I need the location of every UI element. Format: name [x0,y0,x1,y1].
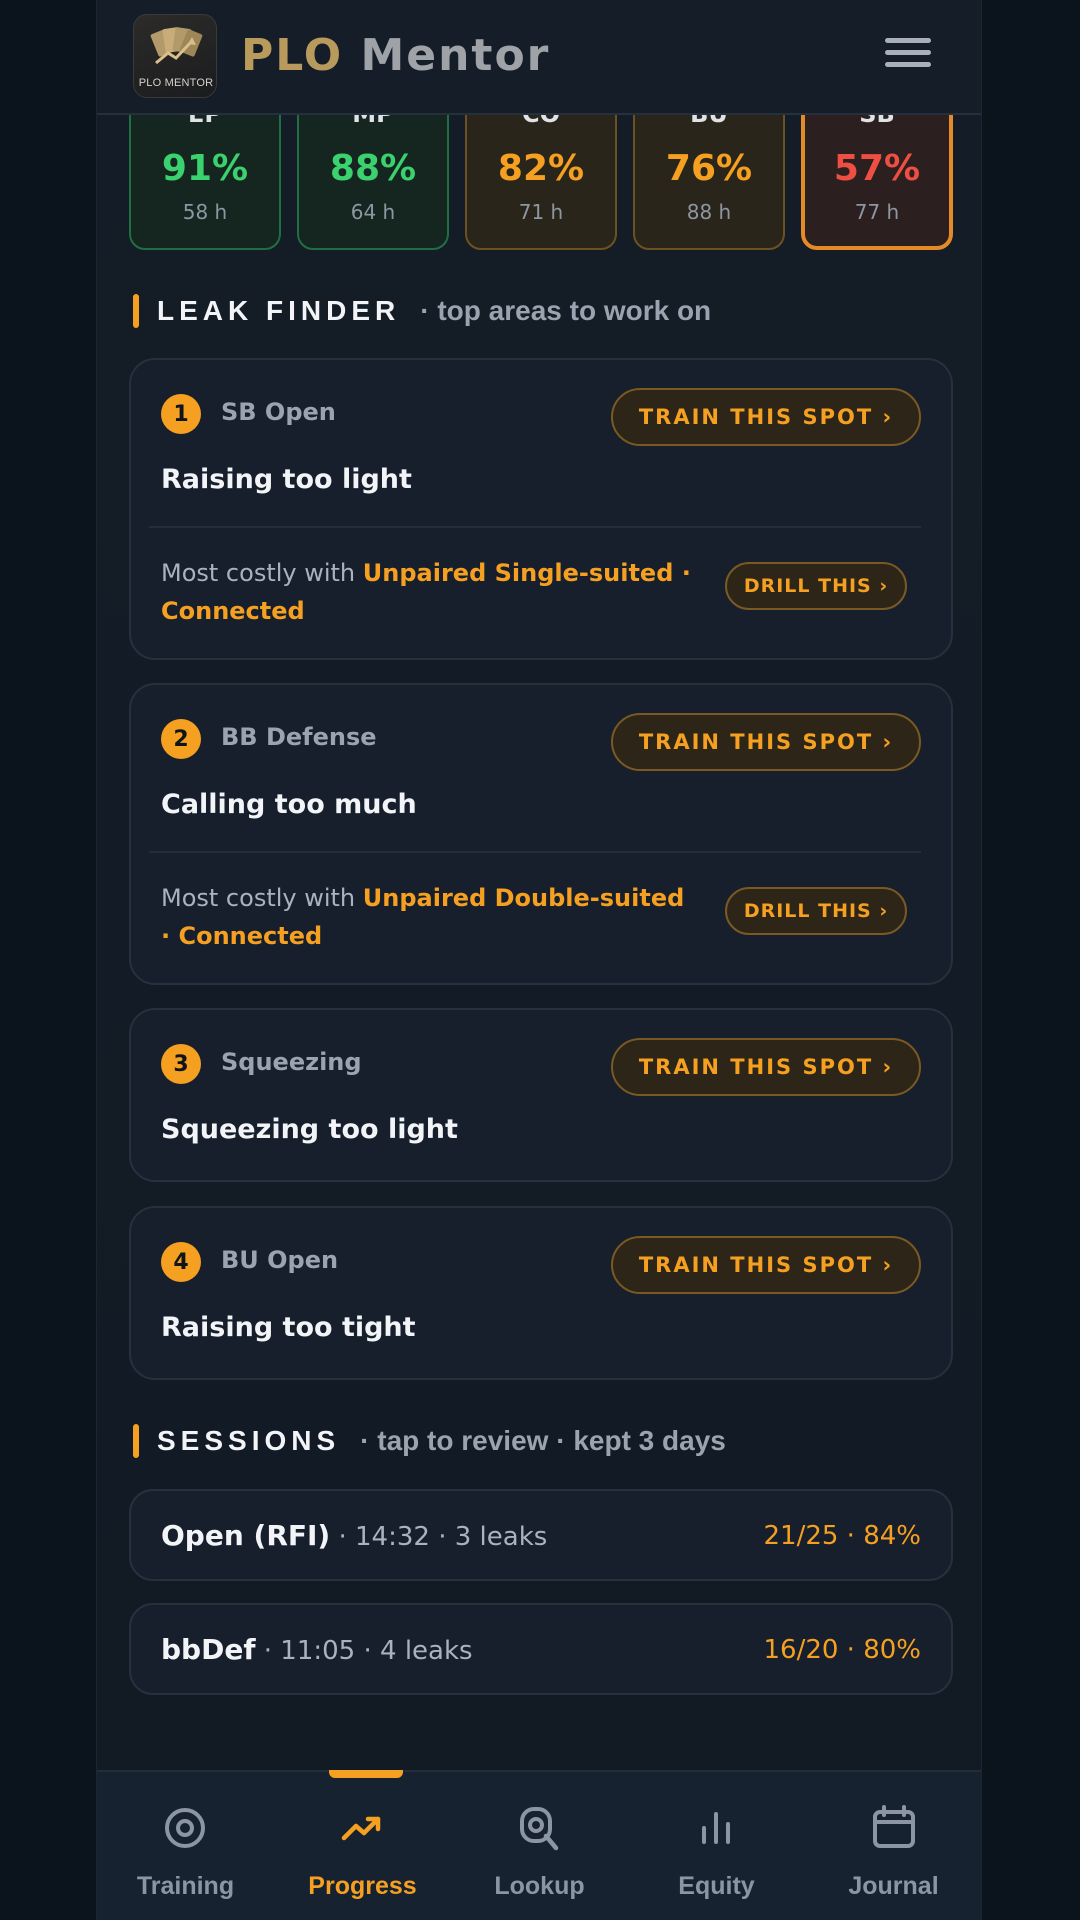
section-accent-bar [133,294,139,328]
costly-prefix: Most costly with [161,884,363,912]
bar-chart-icon [702,1812,730,1844]
section-subtitle: · tap to review · kept 3 days [360,1425,726,1456]
session-name: bbDef [161,1633,256,1666]
nav-label: Journal [848,1872,939,1900]
logo-caption: PLO MENTOR [138,77,214,89]
brand-mentor: Mentor [360,30,551,81]
leak-card: 1 SB Open TRAIN THIS SPOT › Raising too … [129,358,953,660]
app-logo[interactable]: PLO MENTOR [133,14,217,98]
section-accent-bar [133,1424,139,1458]
nav-label: Training [136,1872,235,1900]
leak-card: 3 Squeezing TRAIN THIS SPOT › Squeezing … [129,1008,953,1182]
nav-item-journal[interactable]: Journal [805,1772,981,1920]
nav-label: Progress [308,1872,417,1900]
leak-card: 4 BU Open TRAIN THIS SPOT › Raising too … [129,1206,953,1380]
divider [149,526,921,528]
section-title: SESSIONS [157,1425,341,1456]
leak-issue: Squeezing too light [161,1114,458,1145]
position-hands: 64 h [350,200,396,224]
session-name: Open (RFI) [161,1519,331,1552]
search-icon [520,1807,559,1851]
trending-up-icon [341,1816,381,1841]
train-this-spot-button[interactable]: TRAIN THIS SPOT › [611,1038,921,1096]
nav-label: Equity [678,1872,755,1900]
bottom-nav: Training Progress Lookup Equity Journal [97,1770,981,1920]
section-subtitle: · top areas to work on [420,295,712,326]
nav-item-equity[interactable]: Equity [628,1772,805,1920]
leak-finder-header: LEAK FINDER · top areas to work on [133,291,711,331]
cards-logo-icon [150,27,203,65]
session-score: 16/20 · 80% [763,1635,921,1665]
costly-prefix: Most costly with [161,559,363,587]
position-accuracy: 76% [665,148,753,189]
position-hands: 71 h [518,200,564,224]
train-this-spot-button[interactable]: TRAIN THIS SPOT › [611,388,921,446]
train-this-spot-button[interactable]: TRAIN THIS SPOT › [611,1236,921,1294]
session-summary: bbDef · 11:05 · 4 leaks [161,1633,473,1666]
session-meta: · 14:32 · 3 leaks [330,1522,548,1552]
sessions-header: SESSIONS · tap to review · kept 3 days [133,1421,726,1461]
app-title: PLO Mentor [241,30,550,81]
drill-this-button[interactable]: DRILL THIS › [725,562,907,610]
leak-rank-badge: 3 [161,1044,201,1084]
app-header: PLO MENTOR PLO Mentor [97,0,981,115]
position-hands: 77 h [854,200,900,224]
costly-hand-text: Most costly with Unpaired Single-suited … [161,554,691,630]
leak-issue: Raising too light [161,464,412,495]
leak-spot: Squeezing [221,1048,362,1076]
nav-item-training[interactable]: Training [97,1772,274,1920]
position-accuracy: 57% [833,148,921,189]
nav-item-progress[interactable]: Progress [274,1772,451,1920]
position-hands: 58 h [182,200,228,224]
session-row[interactable]: Open (RFI) · 14:32 · 3 leaks 21/25 · 84% [129,1489,953,1581]
hamburger-menu-icon[interactable] [885,38,931,74]
nav-label: Lookup [494,1872,585,1900]
session-meta: · 11:05 · 4 leaks [255,1636,473,1666]
leak-rank-badge: 2 [161,719,201,759]
session-row[interactable]: bbDef · 11:05 · 4 leaks 16/20 · 80% [129,1603,953,1695]
position-accuracy: 88% [329,148,417,189]
leak-spot: BU Open [221,1246,339,1274]
brand-plo: PLO [241,30,344,81]
nav-item-lookup[interactable]: Lookup [451,1772,628,1920]
position-accuracy: 82% [497,148,585,189]
leak-rank-badge: 4 [161,1242,201,1282]
leak-spot: BB Defense [221,723,377,751]
drill-this-button[interactable]: DRILL THIS › [725,887,907,935]
target-icon [165,1808,205,1848]
position-hands: 88 h [686,200,732,224]
session-summary: Open (RFI) · 14:32 · 3 leaks [161,1519,547,1552]
position-accuracy: 91% [161,148,249,189]
train-this-spot-button[interactable]: TRAIN THIS SPOT › [611,713,921,771]
leak-rank-badge: 1 [161,394,201,434]
divider [149,851,921,853]
leak-spot: SB Open [221,398,336,426]
app-frame: EP 91% 58 h MP 88% 64 h CO 82% 71 h BU 7… [96,0,982,1920]
costly-hand-text: Most costly with Unpaired Double-suited … [161,879,691,955]
leak-issue: Calling too much [161,789,417,820]
calendar-icon [873,1805,915,1848]
session-score: 21/25 · 84% [763,1521,921,1551]
leak-issue: Raising too tight [161,1312,416,1343]
leak-card: 2 BB Defense TRAIN THIS SPOT › Calling t… [129,683,953,985]
section-title: LEAK FINDER [157,295,401,326]
